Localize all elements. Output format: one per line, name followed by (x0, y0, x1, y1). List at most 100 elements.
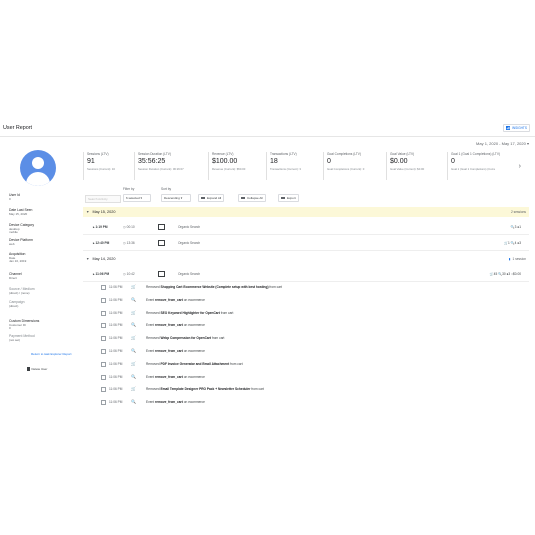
session-source: Organic Search (178, 241, 201, 245)
profile-field-value: 0 (9, 196, 11, 201)
delete-user-button[interactable]: Delete User (27, 367, 47, 371)
event-time: 11:06 PM (109, 349, 123, 353)
event-time: 11:06 PM (109, 310, 123, 315)
collapse-icon (241, 196, 245, 200)
chevron-right-icon[interactable]: › (519, 163, 521, 170)
filter-bar: Filter by 6 selected ▾ Sort by Descendin… (83, 184, 535, 204)
event-checkbox[interactable] (101, 285, 106, 290)
cart-icon: 🛒 (131, 309, 136, 315)
metric-label: Transactions (LTV) (270, 152, 297, 156)
metric-label: Goal 1 (Goal 1 Completions) (LTV) (451, 152, 501, 156)
session-time: ▸ 12:40 PM (93, 241, 110, 245)
metric-value: 35:56:25 (138, 158, 166, 165)
event-text: Event remove_from_cart on ecommerce (146, 374, 205, 379)
back-link[interactable]: Return to task Explorer Report (31, 352, 72, 356)
download-icon (281, 196, 285, 200)
profile-field-value: web (9, 241, 15, 246)
metric-card[interactable]: Sessions (LTV) 91 Sessions (Current): 16 (83, 152, 115, 180)
event-checkbox[interactable] (101, 323, 106, 329)
session-row[interactable]: ▸ 12:40 PM ◷ 13:36 Organic Search 🛒1 🔍4 ●3 (83, 237, 529, 251)
day-session-count: ▮ 1 session (508, 257, 526, 261)
event-row[interactable]: 11:06 PM 🔍 Event remove_from_cart on ecomm… (83, 345, 529, 358)
profile-field-value: May 15, 2020 (9, 211, 28, 216)
search-icon: 🔍 (131, 399, 136, 405)
event-checkbox[interactable] (101, 297, 106, 303)
session-row[interactable]: ▸ 1:19 PM ◷ 00:10 Organic Search 🔍3 ●1 (83, 221, 529, 235)
export-button[interactable]: Export (278, 194, 299, 202)
day-header[interactable]: ▼ May 14, 2020 ▮ 1 session (83, 254, 529, 264)
metric-value: $0.00 (390, 158, 408, 165)
metric-subtext: Sessions (Current): 16 (87, 167, 115, 171)
event-row[interactable]: 11:06 PM 🛒 Removed PDF Invoice Generator a… (83, 358, 529, 371)
filter-by-label: Filter by (123, 187, 135, 191)
metric-card[interactable]: Session Duration (LTV) 35:56:25 Session Du… (134, 152, 184, 180)
metric-card[interactable]: Goal Value (LTV) $0.00 Goal Value (Current… (386, 152, 424, 180)
event-row[interactable]: 11:06 PM 🛒 Removed Email Template Designer… (83, 383, 529, 396)
desktop-icon (158, 271, 165, 277)
insights-button[interactable]: INSIGHTS (503, 124, 530, 133)
desktop-icon (158, 240, 165, 246)
date-range-label: May 1, 2020 - May 17, 2020 (476, 141, 526, 146)
chart-icon: ▮ (508, 257, 511, 261)
filter-by-select[interactable]: 6 selected ▾ (123, 194, 151, 202)
page-title: User Report (3, 125, 33, 131)
metrics-bar: Sessions (LTV) 91 Sessions (Current): 16 Se… (83, 148, 535, 180)
metric-value: 18 (270, 158, 278, 165)
session-source: Organic Search (178, 225, 201, 229)
event-checkbox[interactable] (101, 361, 106, 367)
metric-value: $100.00 (212, 158, 238, 165)
cart-icon: 🛒 (131, 360, 136, 366)
event-text: Removed Webp Compression for OpenCart fr… (146, 336, 225, 341)
event-row[interactable]: 11:06 PM 🛒 Removed Shopping Cart Ecommerce… (83, 281, 529, 294)
event-time: 11:06 PM (109, 323, 123, 328)
event-checkbox[interactable] (101, 387, 106, 393)
metric-value: 0 (451, 158, 455, 165)
profile-field-value: (direct) / (none) (9, 290, 30, 295)
metric-card[interactable]: Transactions (LTV) 18 Transactions (Curren… (266, 152, 301, 180)
day-session-count: 2 sessions (510, 210, 526, 214)
metric-card[interactable]: Goal 1 (Goal 1 Completions) (LTV) 0 Goal 1… (447, 152, 500, 180)
metric-subtext: Goal Value (Current): $0.00 (390, 167, 425, 171)
session-row[interactable]: ▸ 11:06 PM ◷ 10:42 Organic Search 🛒45 🔍30 ●… (83, 268, 529, 282)
profile-field-value: Customer ID 0 (9, 322, 26, 331)
search-input[interactable]: Search Activity (85, 195, 121, 203)
search-icon: 🔍 (131, 322, 136, 328)
insights-label: INSIGHTS (511, 126, 527, 130)
collapse-all-button[interactable]: Collapse All (238, 194, 266, 202)
report-header: User Report INSIGHTS (0, 122, 535, 137)
day-header[interactable]: ▼ May 15, 2020 2 sessions (83, 207, 529, 217)
session-duration: ◷ 00:10 (123, 225, 135, 229)
metric-card[interactable]: Goal Completions (LTV) 0 Goal Completions … (323, 152, 364, 180)
event-checkbox[interactable] (101, 336, 106, 342)
session-summary-icons: 🔍3 ●1 (510, 225, 521, 229)
event-checkbox[interactable] (101, 400, 106, 406)
sort-by-select[interactable]: Descending ▾ (161, 194, 191, 202)
profile-field-value: (direct) (9, 303, 19, 308)
event-row[interactable]: 11:06 PM 🔍 Event remove_from_cart on ecomm… (83, 371, 529, 384)
event-checkbox[interactable] (101, 349, 106, 354)
session-source: Organic Search (178, 272, 201, 276)
event-text: Event remove_from_cart on ecommerce (146, 323, 205, 328)
event-checkbox[interactable] (101, 310, 106, 316)
date-range-picker[interactable]: May 1, 2020 - May 17, 2020 ▾ (476, 141, 529, 146)
event-text: Event remove_from_cart on ecommerce (146, 349, 205, 353)
event-row[interactable]: 11:06 PM 🔍 Event remove_from_cart on ecomm… (83, 319, 529, 332)
chevron-down-icon: ▾ (526, 141, 529, 146)
event-checkbox[interactable] (101, 374, 106, 380)
event-row[interactable]: 11:06 PM 🛒 Removed Webp Compression for Op… (83, 332, 529, 345)
metric-card[interactable]: Revenue (LTV) $100.00 Revenue (Current): $… (208, 152, 245, 180)
expand-icon (201, 196, 205, 200)
event-time: 11:06 PM (109, 387, 123, 392)
user-report-page: User Report INSIGHTS May 1, 2020 - May 1… (0, 0, 535, 535)
profile-field-value: desktop mobile (9, 226, 20, 235)
metric-label: Goal Completions (LTV) (327, 152, 361, 156)
profile-field-value: (not set) (9, 337, 21, 342)
event-row[interactable]: 11:06 PM 🔍 Event remove_from_cart on ecomm… (83, 396, 529, 409)
delete-user-label: Delete User (31, 367, 48, 371)
event-row[interactable]: 11:06 PM 🛒 Removed SEO Keyword Highlighter… (83, 307, 529, 320)
event-row[interactable]: 11:06 PM 🔍 Event remove_from_cart on ecomm… (83, 294, 529, 307)
event-text: Removed Email Template Designer PRO Pack… (146, 387, 264, 392)
expand-all-button[interactable]: Expand All (198, 194, 225, 202)
cart-icon: 🛒 (131, 284, 136, 289)
event-time: 11:06 PM (109, 297, 123, 302)
